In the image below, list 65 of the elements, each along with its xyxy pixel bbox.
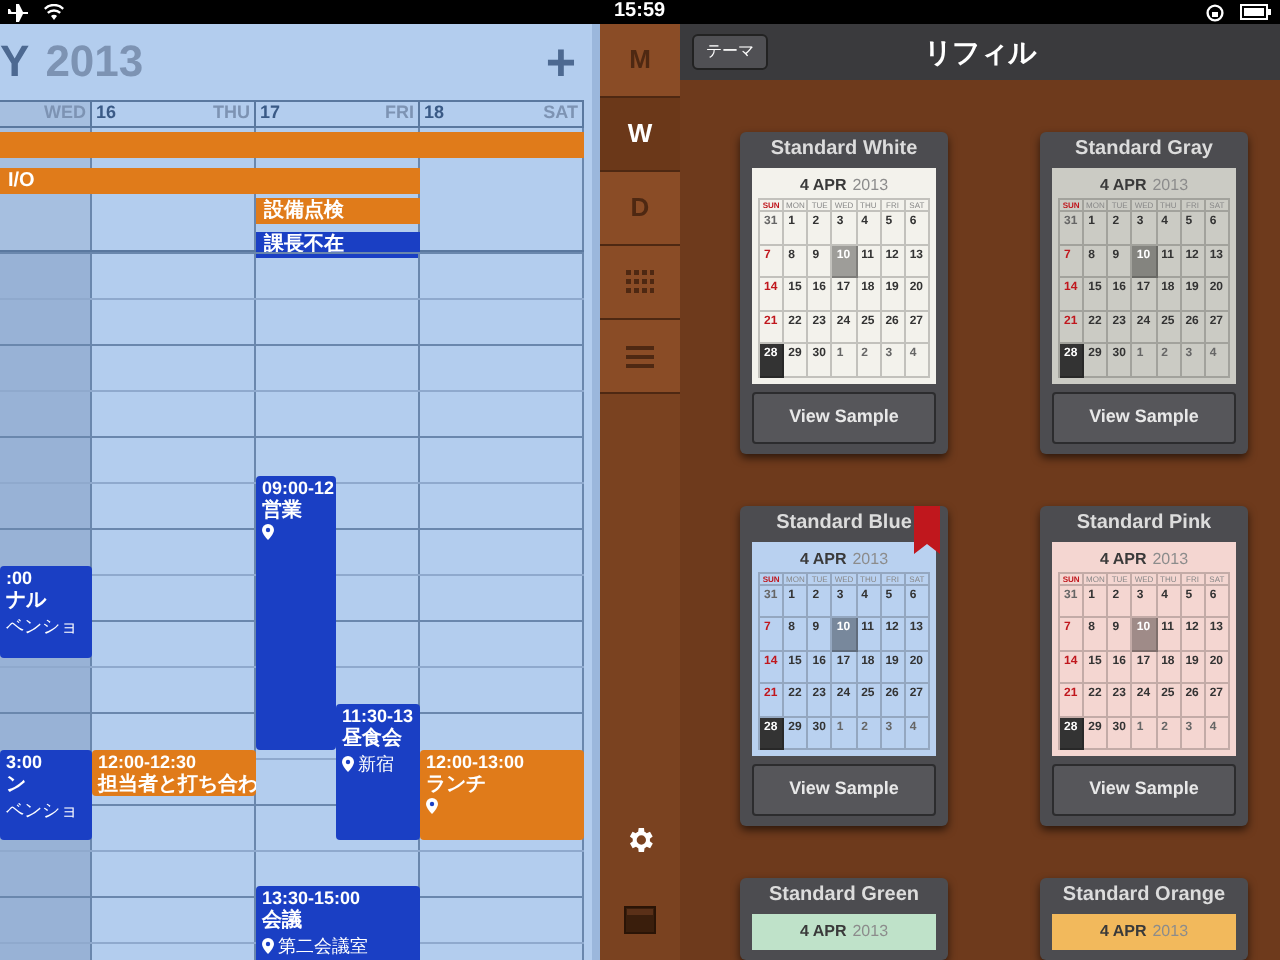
- event-time: 11:30-13: [342, 706, 414, 727]
- refill-name: Standard Blue: [776, 509, 912, 537]
- preview-date: 4 APR: [1099, 174, 1147, 198]
- calendar-event[interactable]: 3:00 ン ベンショ: [0, 750, 92, 840]
- day-header: 17 FRI: [256, 102, 420, 126]
- preview-year: 2013: [1152, 920, 1189, 944]
- preview-year: 2013: [852, 547, 889, 571]
- event-location: 第二会議室: [278, 934, 368, 958]
- refill-name: Standard Gray: [1075, 136, 1213, 164]
- back-button[interactable]: テーマ: [692, 34, 768, 70]
- all-day-event[interactable]: 課長不在: [256, 232, 420, 258]
- event-time: :00: [6, 568, 35, 590]
- refill-name: Standard Orange: [1062, 882, 1226, 910]
- month-title: Y: [0, 40, 30, 84]
- view-tab[interactable]: W: [600, 98, 680, 172]
- day-header: 18 SAT: [420, 102, 584, 126]
- event-time: 13:30-15:00: [262, 888, 363, 908]
- event-title: ン: [6, 774, 28, 798]
- panel-icon[interactable]: [624, 906, 656, 934]
- view-sample-button[interactable]: View Sample: [1052, 391, 1236, 443]
- preview-date: 4 APR: [799, 174, 847, 198]
- nav-title: リフィル: [924, 33, 1036, 71]
- refill-name: Standard Green: [768, 882, 920, 910]
- view-sample-button[interactable]: View Sample: [752, 764, 936, 816]
- event-time: 12:00-12:30: [98, 752, 199, 773]
- preview-date: 4 APR: [1099, 547, 1147, 571]
- event-title: 昼食会: [342, 728, 404, 752]
- calendar-event[interactable]: 11:30-13 昼食会 新宿: [336, 704, 420, 840]
- preview-date: 4 APR: [1099, 920, 1147, 944]
- event-location: ベンショ: [6, 798, 78, 822]
- airplane-icon: [8, 3, 28, 21]
- view-sample-button[interactable]: View Sample: [752, 391, 936, 443]
- event-time: 09:00-12: [262, 478, 330, 499]
- preview-date: 4 APR: [799, 547, 847, 571]
- refill-card[interactable]: Standard Orange 4 APR 2013: [1040, 878, 1248, 960]
- preview-year: 2013: [1152, 174, 1189, 198]
- event-title: ナル: [6, 590, 49, 614]
- calendar-event[interactable]: :00 ナル ベンショ: [0, 566, 92, 658]
- list-icon[interactable]: [626, 345, 654, 367]
- event-location: 新宿: [358, 752, 394, 776]
- view-sample-button[interactable]: View Sample: [1052, 764, 1236, 816]
- refill-name: Standard Pink: [1076, 509, 1212, 537]
- event-location: ベンショ: [6, 614, 78, 638]
- refill-name: Standard White: [770, 136, 918, 164]
- event-time: 3:00: [6, 752, 45, 774]
- settings-icon[interactable]: [624, 824, 656, 856]
- calendar-event[interactable]: 13:30-15:00 会議 第二会議室: [256, 886, 420, 960]
- event-title: ランチ: [426, 774, 488, 798]
- preview-year: 2013: [852, 920, 889, 944]
- refill-card[interactable]: Standard Green 4 APR 2013: [740, 878, 948, 960]
- event-title: 会議: [262, 910, 304, 934]
- all-day-event[interactable]: [0, 132, 584, 158]
- year-title: 2013: [45, 40, 144, 84]
- status-time: 15:59: [614, 0, 666, 24]
- month-grid-icon[interactable]: [626, 270, 654, 294]
- event-time: 12:00-13:00: [426, 752, 527, 774]
- preview-year: 2013: [1152, 547, 1189, 571]
- battery-icon: [1240, 4, 1272, 20]
- day-header: 16 THU: [92, 102, 256, 126]
- event-title: 営業: [262, 500, 304, 524]
- rotation-lock-icon: [1206, 3, 1224, 21]
- wifi-icon: [44, 4, 64, 20]
- preview-year: 2013: [852, 174, 889, 198]
- calendar-event[interactable]: 09:00-12 営業: [256, 476, 336, 750]
- preview-date: 4 APR: [799, 920, 847, 944]
